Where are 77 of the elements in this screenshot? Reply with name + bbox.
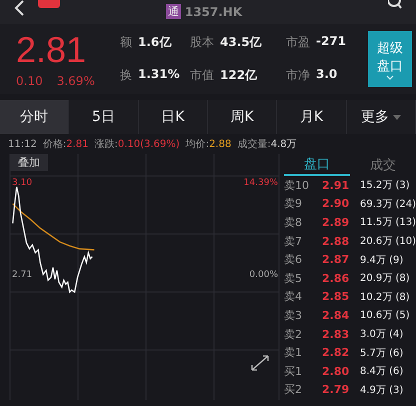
level-volume: 20.9万 (8) [360,272,410,286]
level-price: 2.80 [322,364,350,378]
level-volume: 5.7万 (6) [360,346,404,360]
chart-tab[interactable]: 日K [138,100,208,134]
level-label: 卖2 [284,326,303,342]
stat-label: 换 [120,67,132,84]
axis-high-label: 3.10 [12,178,32,188]
chart-tab[interactable]: 分时 [0,100,70,134]
axis-zero-percent: 0.00% [249,270,278,280]
info-item: 涨跌:0.10(3.69%) [94,138,180,151]
stat-value: 122亿 [220,67,258,84]
stock-code: 1357.HK [184,4,242,18]
time-label: 11:12 [8,138,37,150]
stat-label: 市值 [190,67,214,84]
price-change: 0.10 [16,74,43,88]
level-volume: 20.6万 (10) [360,235,416,248]
level-label: 买1 [284,364,303,379]
level-volume: 9.4万 (9) [360,254,404,267]
stat-value: -271 [316,34,346,50]
level-price: 2.85 [322,290,350,304]
level-price: 2.79 [322,383,350,396]
chart-tab[interactable]: 更多 [346,100,416,134]
chart-tab[interactable]: 5日 [69,100,139,134]
stat-value: 1.6亿 [138,34,172,51]
level-volume: 10.2万 (8) [360,290,410,304]
order-book-tab[interactable]: 成交 [350,154,416,176]
axis-high-percent: 14.39% [244,178,278,188]
stat-label: 股本 [190,34,214,51]
chart-tab[interactable]: 周K [208,100,278,134]
stat-label: 市盈 [286,34,310,51]
level-volume: 4.9万 (3) [360,384,404,397]
level-label: 卖9 [284,196,303,212]
order-book-tab[interactable]: 盘口 [284,154,350,176]
info-item: 价格:2.81 [42,138,88,151]
level-label: 买2 [284,382,303,398]
level-label: 卖4 [284,289,303,304]
level-label: 卖3 [284,308,303,323]
level-volume: 3.0万 (4) [360,328,404,342]
level-label: 卖6 [284,252,303,268]
level-price: 2.87 [322,253,350,266]
chevron-down-icon [386,74,394,80]
info-item: 均价:2.88 [186,138,232,151]
level-label: 卖7 [284,234,303,249]
back-icon[interactable] [14,0,24,16]
level-price: 2.89 [322,216,350,229]
level-volume: 10.6万 (5) [360,309,410,322]
axis-low-label: 2.71 [12,270,32,280]
app-icon[interactable] [38,0,60,8]
level-label: 卖10 [284,178,310,193]
dropdown-caret-icon [392,114,401,120]
search-icon[interactable] [388,0,402,10]
percent-change: 3.69% [56,74,95,88]
level-price: 2.82 [322,346,350,360]
level-volume: 69.3万 (24) [360,198,416,211]
stat-value: 43.5亿 [220,34,262,51]
level-price: 2.84 [322,308,350,322]
current-price: 2.81 [16,30,88,70]
level-volume: 8.4万 (6) [360,365,404,378]
level-price: 2.91 [322,178,350,192]
level-volume: 11.5万 (13) [360,216,416,230]
level-label: 卖5 [284,270,303,286]
stat-label: 市净 [286,67,310,84]
stat-value: 3.0 [316,67,338,83]
level-price: 2.88 [322,234,350,248]
level-volume: 15.2万 (3) [360,179,410,192]
stat-value: 1.31% [138,67,180,83]
expand-icon[interactable] [250,354,270,372]
stat-label: 额 [120,34,132,51]
level-price: 2.86 [322,272,350,285]
connect-badge: 通 [166,4,181,19]
chart-tab[interactable]: 月K [277,100,347,134]
level-price: 2.90 [322,197,350,210]
level-price: 2.83 [322,328,350,341]
info-item: 成交量:4.8万 [237,138,297,151]
overlay-button[interactable]: 叠加 [10,154,48,171]
level-label: 卖8 [284,214,303,230]
level-label: 卖1 [284,345,303,360]
